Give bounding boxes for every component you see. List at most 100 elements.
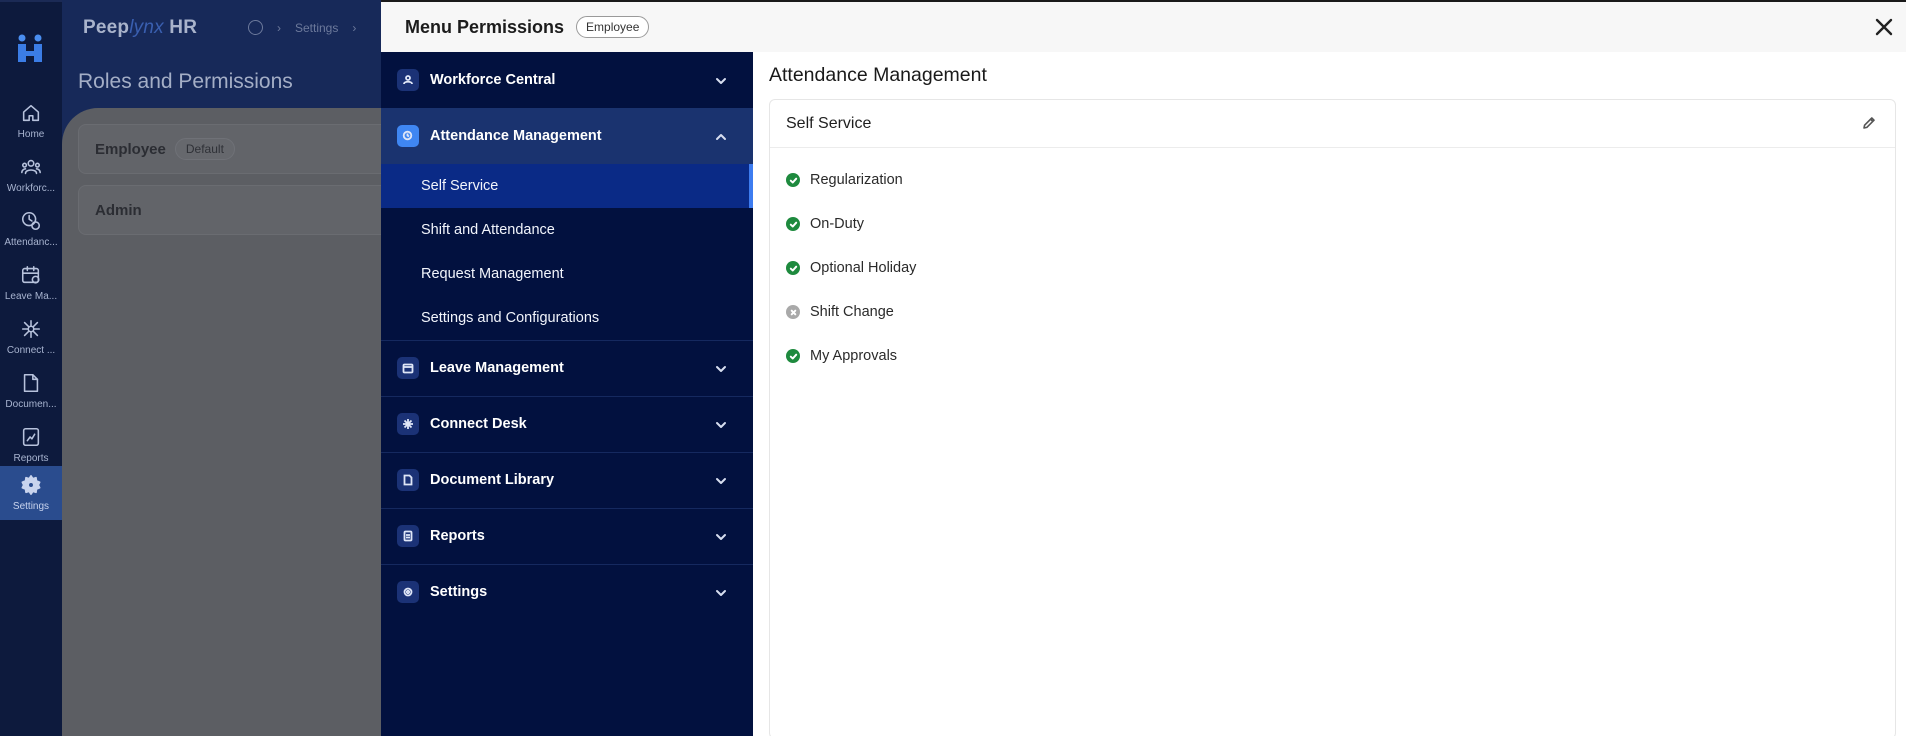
section-title: Attendance Management [769, 64, 987, 86]
home-icon [22, 104, 40, 122]
permission-content: Attendance Management Self Service Regul… [753, 52, 1906, 736]
menu-group-label: Workforce Central [430, 72, 556, 88]
rail-item-connect[interactable]: Connect ... [0, 310, 62, 364]
menu-group-label: Connect Desk [430, 416, 527, 432]
breadcrumb-item[interactable]: Settings [295, 21, 338, 35]
chevron-down-icon [716, 78, 726, 84]
role-name: Employee [95, 140, 166, 158]
people-icon [21, 159, 41, 175]
rail-item-label: Reports [13, 453, 49, 464]
menu-group-header[interactable]: Reports [381, 508, 753, 564]
rail-item-label: Workforc... [6, 183, 56, 194]
permission-label: Optional Holiday [810, 260, 917, 276]
chevron-down-icon [716, 478, 726, 484]
chevron-right-icon: › [352, 20, 357, 35]
menu-permissions-modal: Menu Permissions Employee Workforce Cent… [381, 0, 1906, 736]
x-circle-icon [786, 305, 800, 319]
chevron-right-icon: › [277, 20, 281, 35]
menu-item-request-management[interactable]: Request Management [381, 252, 753, 296]
check-circle-icon [786, 349, 800, 363]
menu-group-reports: Reports [381, 508, 753, 565]
app-rail: Home Workforc... Attendanc... Leave Ma..… [0, 0, 62, 736]
attendance-icon [21, 211, 41, 231]
folder-icon [403, 474, 413, 486]
permission-card: Self Service Regularization On-Duty Opti… [769, 99, 1896, 736]
gear-icon [21, 475, 41, 495]
permission-list: Regularization On-Duty Optional Holiday … [770, 148, 1895, 378]
menu-group-header[interactable]: Document Library [381, 452, 753, 508]
permission-label: Shift Change [810, 304, 894, 320]
rail-item-workforce[interactable]: Workforc... [0, 148, 62, 202]
permission-item: Optional Holiday [770, 246, 1895, 290]
rail-item-label: Settings [12, 501, 50, 512]
menu-group-header[interactable]: Connect Desk [381, 396, 753, 452]
chevron-down-icon [716, 366, 726, 372]
default-badge: Default [174, 138, 235, 160]
connect-icon [403, 419, 413, 429]
permission-label: Regularization [810, 172, 903, 188]
rail-item-reports[interactable]: Reports [0, 418, 62, 472]
report-icon [403, 530, 413, 542]
app-logo-icon[interactable] [13, 32, 47, 66]
rail-item-home[interactable]: Home [0, 94, 62, 148]
attendance-icon [402, 130, 413, 141]
folder-icon [23, 373, 39, 393]
menu-group-header[interactable]: Settings [381, 564, 753, 620]
brand-name: Peeplynx HR [83, 17, 198, 38]
card-title: Self Service [786, 114, 872, 132]
home-icon[interactable] [248, 20, 263, 35]
rail-item-leave[interactable]: Leave Ma... [0, 256, 62, 310]
menu-group-document-library: Document Library [381, 452, 753, 509]
menu-group-label: Reports [430, 528, 485, 544]
page-title: Roles and Permissions [78, 70, 293, 93]
modal-title: Menu Permissions [405, 16, 565, 37]
menu-item-self-service[interactable]: Self Service [381, 164, 753, 208]
menu-group-label: Attendance Management [430, 128, 602, 144]
pencil-icon [1863, 116, 1875, 129]
calendar-icon [402, 363, 414, 374]
rail-item-label: Connect ... [6, 345, 56, 356]
check-circle-icon [786, 261, 800, 275]
edit-button[interactable] [1861, 115, 1879, 133]
chevron-down-icon [716, 422, 726, 428]
rail-item-settings[interactable]: Settings [0, 466, 62, 520]
role-card-admin[interactable]: Admin [78, 185, 382, 235]
menu-item-settings-and-configurations[interactable]: Settings and Configurations [381, 296, 753, 340]
menu-group-leave-management: Leave Management [381, 340, 753, 397]
rail-item-attendance[interactable]: Attendanc... [0, 202, 62, 256]
rail-item-documents[interactable]: Documen... [0, 364, 62, 418]
menu-group-header[interactable]: Attendance Management [381, 108, 753, 164]
workforce-icon [403, 75, 413, 85]
close-button[interactable] [1872, 15, 1896, 39]
menu-group-workforce-central: Workforce Central [381, 52, 753, 109]
permission-item: My Approvals [770, 334, 1895, 378]
chevron-down-icon [716, 590, 726, 596]
breadcrumb: › Settings › [248, 20, 356, 35]
connect-icon [21, 319, 41, 339]
permission-item: On-Duty [770, 202, 1895, 246]
menu-item-shift-and-attendance[interactable]: Shift and Attendance [381, 208, 753, 252]
modal-header: Menu Permissions Employee [381, 0, 1906, 52]
close-icon [1875, 18, 1893, 36]
rail-item-label: Home [17, 129, 45, 140]
menu-group-settings: Settings [381, 564, 753, 620]
menu-group-label: Document Library [430, 472, 555, 488]
permission-item: Shift Change [770, 290, 1895, 334]
rail-item-label: Leave Ma... [4, 291, 58, 302]
gear-icon [403, 587, 413, 597]
chevron-up-icon [716, 134, 726, 140]
role-card-employee[interactable]: Employee Default [78, 124, 382, 174]
role-badge: Employee [576, 16, 650, 38]
menu-group-connect-desk: Connect Desk [381, 396, 753, 453]
rail-item-label: Documen... [5, 399, 57, 410]
check-circle-icon [786, 173, 800, 187]
menu-group-attendance-management: Attendance Management Self Service Shift… [381, 108, 753, 341]
chevron-down-icon [716, 534, 726, 540]
permission-menu: Workforce Central Attendance Management … [381, 52, 753, 736]
menu-group-header[interactable]: Leave Management [381, 340, 753, 396]
card-header: Self Service [770, 100, 1895, 148]
permission-label: My Approvals [810, 348, 898, 364]
menu-group-header[interactable]: Workforce Central [381, 52, 753, 108]
menu-group-label: Settings [430, 584, 488, 600]
check-circle-icon [786, 217, 800, 231]
